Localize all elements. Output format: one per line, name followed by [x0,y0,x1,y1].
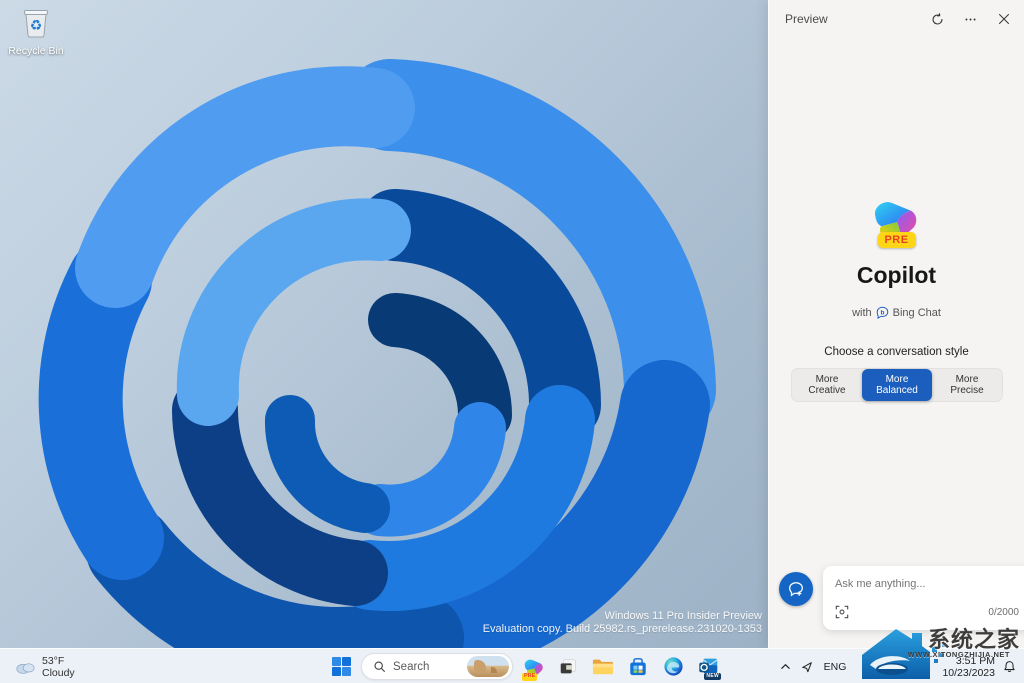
taskbar-copilot-button[interactable]: PRE [518,652,548,682]
copilot-logo: PRE [869,196,925,254]
screenshot-capture-icon[interactable] [835,605,849,619]
close-icon[interactable] [995,10,1013,28]
character-counter: 0/2000 [988,606,1019,618]
pre-badge: PRE [877,232,916,248]
edge-icon [663,657,683,676]
recycle-bin-label: Recycle Bin [8,45,64,57]
conversation-style-heading: Choose a conversation style [824,346,969,358]
style-more-creative[interactable]: More Creative [792,369,862,401]
windows-logo-icon [331,657,351,676]
language-indicator[interactable]: ENG [818,653,853,681]
style-more-precise[interactable]: More Precise [932,369,1002,401]
desktop-wallpaper: ♻ Recycle Bin Windows 11 Pro Insider Pre… [0,0,768,648]
copilot-subtitle: with b Bing Chat [769,306,1024,319]
refresh-icon[interactable] [928,10,946,28]
cloud-icon [16,662,35,674]
weather-condition: Cloudy [42,666,75,679]
recycle-bin-icon: ♻ [24,10,48,38]
system-tray: ENG 3:51 PM 10/23/2023 [775,651,1024,682]
wallpaper-bloom-graphic [38,59,716,648]
file-explorer-icon [592,659,614,675]
task-view-icon [560,658,576,673]
windows-desktop-screen: ♻ Recycle Bin Windows 11 Pro Insider Pre… [0,0,1024,683]
taskbar: 53°F Cloudy Search PRE NEW ENG 3:51 PM 1… [0,648,1024,683]
svg-text:b: b [880,309,884,316]
bing-chat-icon: b [876,306,888,319]
bell-icon [1004,661,1015,673]
watermark-line2: Evaluation copy. Build 25982.rs_prerelea… [482,623,762,635]
microsoft-store-icon [630,657,646,675]
copilot-panel: Preview PRE Copilot with b Bing Chat Cho… [768,0,1024,648]
copilot-title: Copilot [856,262,937,288]
copilot-input-area: 0/2000 [769,566,1024,636]
widgets-weather-button[interactable]: 53°F Cloudy [6,651,83,682]
new-topic-button[interactable] [779,572,813,606]
start-button[interactable] [326,652,356,682]
tray-time: 3:51 PM [955,654,995,667]
search-box[interactable]: Search [361,653,513,680]
search-icon [374,661,385,672]
new-chat-icon [789,582,803,597]
recycle-bin-shortcut[interactable]: ♻ Recycle Bin [8,6,64,57]
outlook-new-badge: NEW [704,672,721,680]
location-arrow-icon [801,661,812,672]
clock[interactable]: 3:51 PM 10/23/2023 [938,655,999,679]
conversation-style-selector: More Creative More Balanced More Precise [791,368,1003,402]
file-explorer-button[interactable] [588,652,618,682]
watermark-line1: Windows 11 Pro Insider Preview [604,610,762,622]
taskbar-center: Search PRE NEW [326,651,723,682]
tray-date: 10/23/2023 [942,666,995,679]
weather-temperature: 53°F [42,654,65,667]
microsoft-store-button[interactable] [623,652,653,682]
task-view-button[interactable] [553,652,583,682]
subtitle-brand: Bing Chat [892,306,941,319]
notification-center-button[interactable] [999,653,1024,681]
search-highlight-image [467,656,509,677]
subtitle-prefix: with [852,306,872,319]
copilot-header: Preview [769,0,1024,38]
more-options-icon[interactable] [961,10,979,28]
chat-input-card: 0/2000 [823,566,1024,630]
location-in-use-indicator[interactable] [796,653,818,681]
svg-text:♻: ♻ [30,18,43,34]
ask-input[interactable] [835,578,1024,590]
edge-button[interactable] [658,652,688,682]
chevron-up-icon [780,664,790,669]
hidden-icons-chevron[interactable] [775,653,796,681]
search-label: Search [393,660,430,673]
insider-build-watermark: Windows 11 Pro Insider Preview Evaluatio… [483,610,762,636]
preview-label: Preview [785,12,828,26]
copilot-pre-mini-badge: PRE [522,673,538,681]
style-more-balanced[interactable]: More Balanced [862,369,932,401]
outlook-button[interactable]: NEW [693,652,723,682]
